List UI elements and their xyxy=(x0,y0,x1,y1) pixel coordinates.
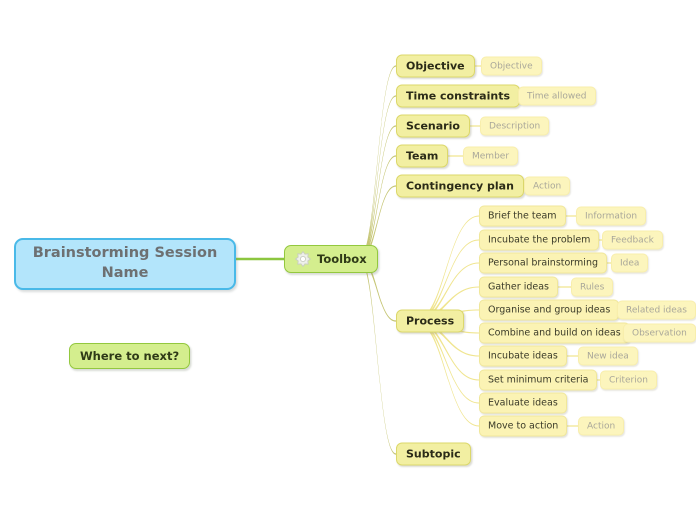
subtopic-node-move-to-action-label: Move to action xyxy=(488,420,559,432)
mindmap-canvas: Brainstorming Session Name Toolbox Where t… xyxy=(0,0,696,520)
branch-node-scenario-label: Scenario xyxy=(406,119,460,133)
leaf-node-action-label: Action xyxy=(587,421,616,431)
subtopic-node-organise-and-group-ideas-label: Organise and group ideas xyxy=(488,304,611,316)
toolbox-node-label: Toolbox xyxy=(317,252,367,266)
root-node-label: Brainstorming Session Name xyxy=(32,245,218,281)
connector xyxy=(360,65,396,262)
leaf-node-feedback[interactable]: Feedback xyxy=(602,230,663,250)
leaf-node-idea-label: Idea xyxy=(620,258,640,268)
leaf-node-action[interactable]: Action xyxy=(524,176,571,196)
leaf-node-related-ideas[interactable]: Related ideas xyxy=(617,300,696,320)
branch-node-contingency-plan-label: Contingency plan xyxy=(406,179,514,193)
leaf-node-objective-label: Objective xyxy=(490,61,533,71)
subtopic-node-incubate-ideas-label: Incubate ideas xyxy=(488,350,558,362)
subtopic-node-personal-brainstorming[interactable]: Personal brainstorming xyxy=(479,252,607,274)
subtopic-node-combine-and-build-on-ideas-label: Combine and build on ideas xyxy=(488,327,621,339)
leaf-node-objective[interactable]: Objective xyxy=(481,56,542,76)
subtopic-node-evaluate-ideas[interactable]: Evaluate ideas xyxy=(479,392,567,414)
branch-node-time-constraints[interactable]: Time constraints xyxy=(396,84,520,108)
leaf-node-idea[interactable]: Idea xyxy=(611,253,649,273)
subtopic-node-gather-ideas[interactable]: Gather ideas xyxy=(479,276,558,298)
leaf-node-rules-label: Rules xyxy=(580,282,605,292)
branch-node-subtopic-label: Subtopic xyxy=(406,447,461,461)
leaf-node-criterion[interactable]: Criterion xyxy=(600,370,657,390)
leaf-node-information-label: Information xyxy=(585,211,638,221)
where-to-next-node-label: Where to next? xyxy=(80,348,180,363)
subtopic-node-evaluate-ideas-label: Evaluate ideas xyxy=(488,397,558,409)
branch-node-objective-label: Objective xyxy=(406,59,465,73)
toolbox-node[interactable]: Toolbox xyxy=(284,245,378,273)
subtopic-node-brief-the-team[interactable]: Brief the team xyxy=(479,205,566,227)
leaf-node-time-allowed[interactable]: Time allowed xyxy=(518,86,596,106)
branch-node-time-constraints-label: Time constraints xyxy=(406,89,510,103)
subtopic-node-combine-and-build-on-ideas[interactable]: Combine and build on ideas xyxy=(479,322,630,344)
subtopic-node-brief-the-team-label: Brief the team xyxy=(488,210,557,222)
leaf-node-action-label: Action xyxy=(533,181,562,191)
branch-node-scenario[interactable]: Scenario xyxy=(396,114,470,138)
subtopic-node-gather-ideas-label: Gather ideas xyxy=(488,281,549,293)
leaf-node-rules[interactable]: Rules xyxy=(571,277,614,297)
leaf-node-time-allowed-label: Time allowed xyxy=(527,91,587,101)
leaf-node-description[interactable]: Description xyxy=(480,116,550,136)
leaf-node-related-ideas-label: Related ideas xyxy=(626,305,687,315)
branch-node-process[interactable]: Process xyxy=(396,309,465,333)
connector xyxy=(360,125,396,262)
subtopic-node-move-to-action[interactable]: Move to action xyxy=(479,415,568,437)
leaf-node-member-label: Member xyxy=(472,151,510,161)
subtopic-node-organise-and-group-ideas[interactable]: Organise and group ideas xyxy=(479,299,620,321)
connector xyxy=(416,215,479,323)
leaf-node-observation[interactable]: Observation xyxy=(623,323,696,343)
connector xyxy=(416,319,479,427)
leaf-node-action[interactable]: Action xyxy=(578,416,625,436)
where-to-next-node[interactable]: Where to next? xyxy=(69,342,191,369)
leaf-node-member[interactable]: Member xyxy=(463,146,519,166)
leaf-node-feedback-label: Feedback xyxy=(611,235,654,245)
leaf-node-observation-label: Observation xyxy=(632,328,687,338)
branch-node-process-label: Process xyxy=(406,314,455,328)
leaf-node-new-idea-label: New idea xyxy=(587,351,629,361)
leaf-node-criterion-label: Criterion xyxy=(609,375,648,385)
branch-node-team[interactable]: Team xyxy=(396,144,449,168)
branch-node-team-label: Team xyxy=(406,149,439,163)
branch-node-subtopic[interactable]: Subtopic xyxy=(396,442,471,466)
connector xyxy=(360,256,396,455)
subtopic-node-personal-brainstorming-label: Personal brainstorming xyxy=(488,257,598,269)
leaf-node-information[interactable]: Information xyxy=(576,206,647,226)
gear-icon xyxy=(295,251,311,267)
subtopic-node-incubate-ideas[interactable]: Incubate ideas xyxy=(479,345,567,367)
subtopic-node-set-minimum-criteria[interactable]: Set minimum criteria xyxy=(479,369,598,391)
connector xyxy=(360,95,396,262)
leaf-node-new-idea[interactable]: New idea xyxy=(578,346,638,366)
subtopic-node-incubate-the-problem[interactable]: Incubate the problem xyxy=(479,229,600,251)
branch-node-contingency-plan[interactable]: Contingency plan xyxy=(396,174,524,198)
branch-node-objective[interactable]: Objective xyxy=(396,54,475,78)
root-node[interactable]: Brainstorming Session Name xyxy=(14,238,236,290)
leaf-node-description-label: Description xyxy=(489,121,541,131)
subtopic-node-set-minimum-criteria-label: Set minimum criteria xyxy=(488,374,589,386)
subtopic-node-incubate-the-problem-label: Incubate the problem xyxy=(488,234,591,246)
